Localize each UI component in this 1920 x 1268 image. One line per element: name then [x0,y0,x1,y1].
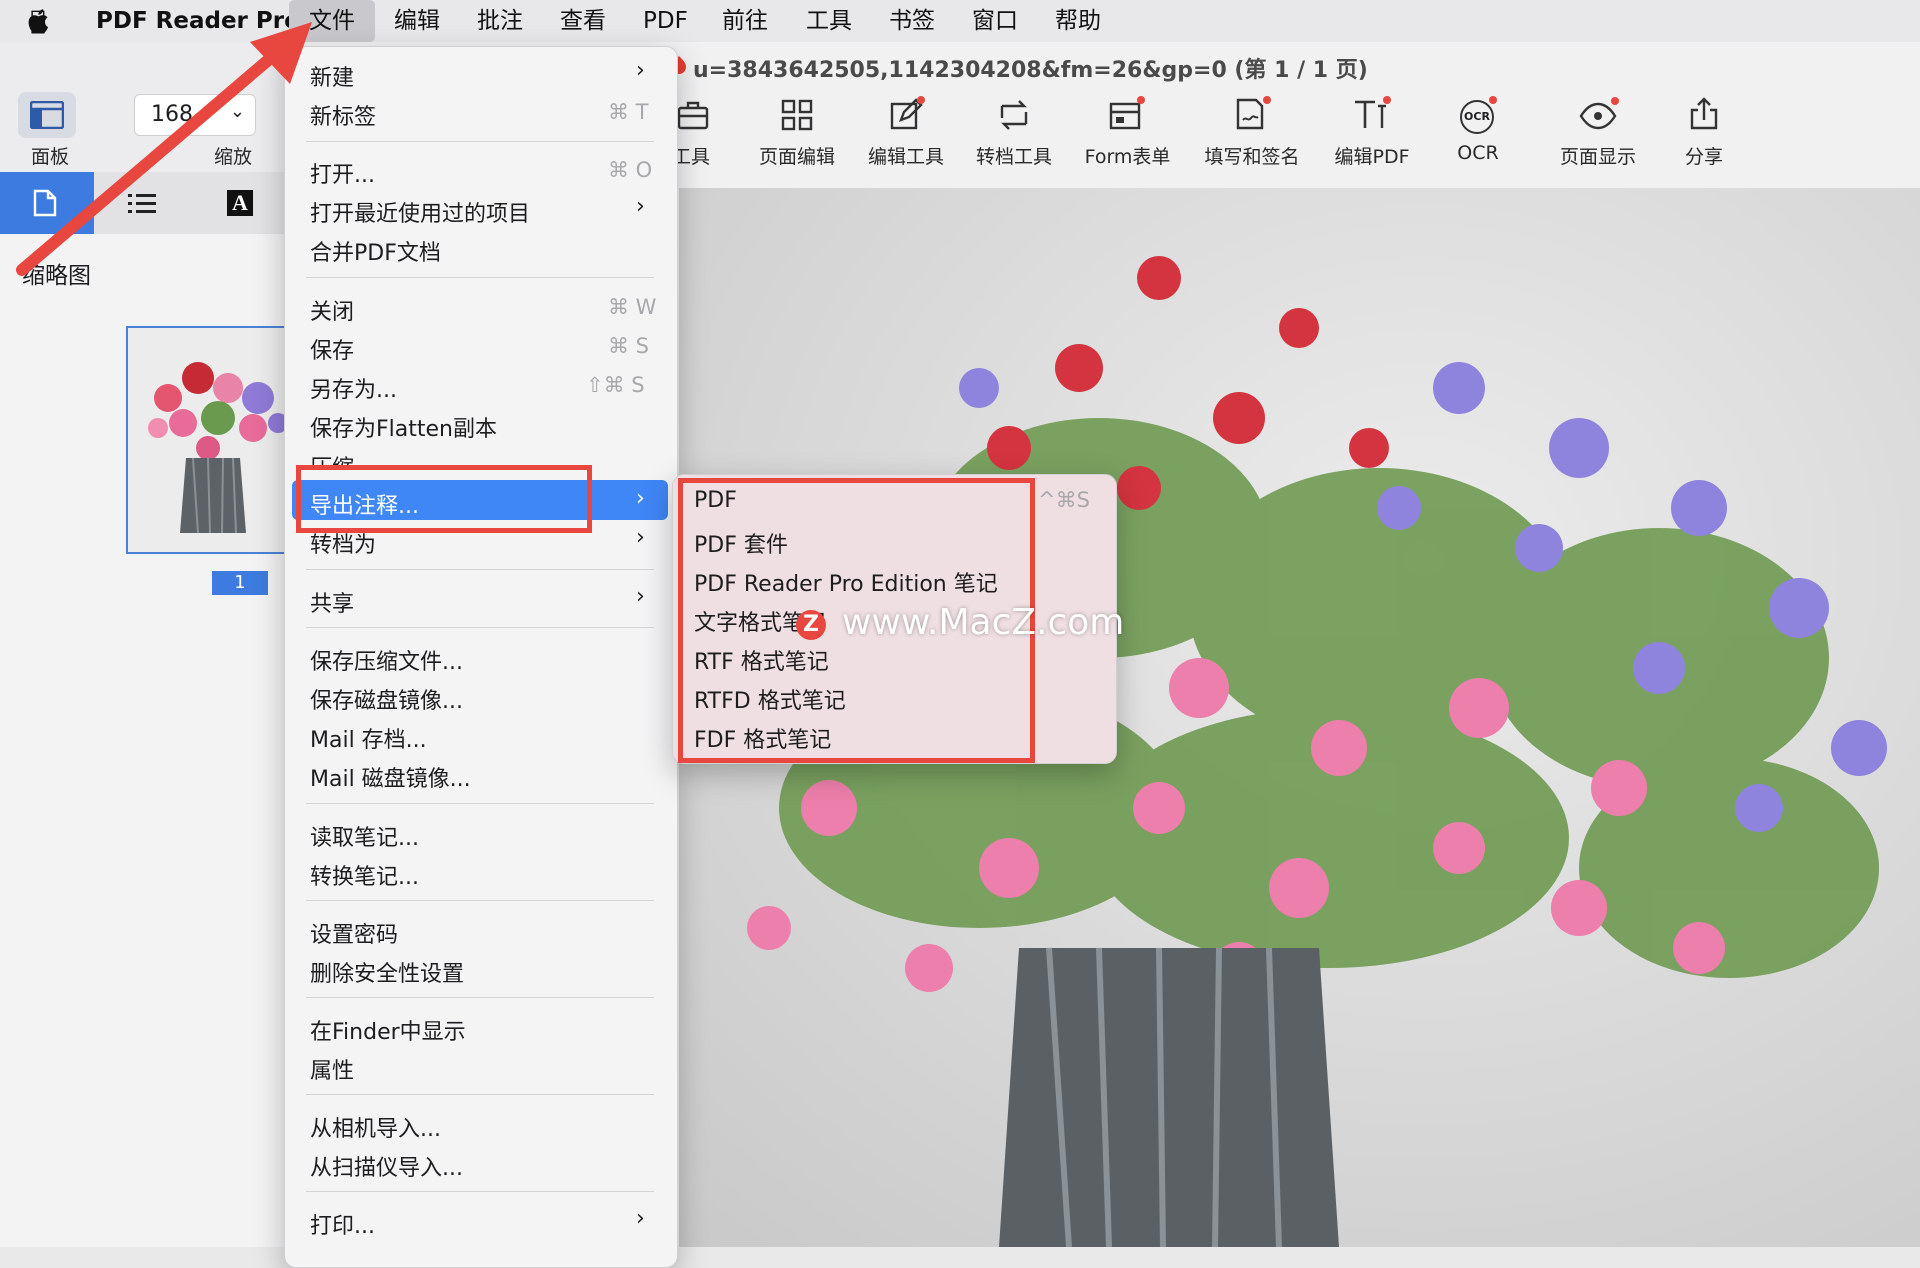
edit-pdf-label[interactable]: 编辑PDF [1322,142,1422,169]
ocr-icon: OCR [1460,100,1494,134]
shortcut-open: ⌘ O [608,158,653,182]
edit-tools-label[interactable]: 编辑工具 [860,142,952,169]
form-icon[interactable] [1108,96,1146,132]
ocr-badge-dot [1489,96,1497,104]
fill-sign-label[interactable]: 填写和签名 [1196,142,1308,169]
menu-item-print[interactable]: 打印... [310,1208,375,1240]
menu-separator [306,1094,654,1095]
watermark-text: www.MacZ.com [842,602,1125,643]
menu-item-open-recent[interactable]: 打开最近使用过的项目 [310,196,530,228]
share-label[interactable]: 分享 [1676,142,1732,169]
menu-item-close[interactable]: 关闭 [310,294,354,326]
shortcut-export-pdf: ^⌘S [1038,488,1090,512]
menu-item-save-flatten[interactable]: 保存为Flatten副本 [310,411,497,443]
menu-item-remove-security[interactable]: 删除安全性设置 [310,956,464,988]
shortcut-save-as: ⇧⌘ S [586,373,645,397]
menu-bookmarks[interactable]: 书签 [889,0,935,42]
window-title: u=3843642505,1142304208&fm=26&gp=0 (第 1 … [693,58,1368,83]
menu-go[interactable]: 前往 [722,0,768,42]
menu-item-share[interactable]: 共享 [310,586,354,618]
menu-separator [306,1191,654,1192]
shortcut-close: ⌘ W [608,295,657,319]
menu-separator [306,627,654,628]
menu-item-save-as[interactable]: 另存为... [310,372,397,404]
shortcut-new-tab: ⌘ T [608,100,649,124]
menu-pdf[interactable]: PDF [643,0,688,42]
page-edit-icon[interactable] [780,98,814,132]
menu-help[interactable]: 帮助 [1055,0,1101,42]
menu-separator [306,803,654,804]
chevron-right-icon: › [636,525,645,550]
menu-item-show-in-finder[interactable]: 在Finder中显示 [310,1014,466,1046]
menu-tools[interactable]: 工具 [806,0,852,42]
menu-item-read-notes[interactable]: 读取笔记... [310,820,419,852]
page-display-icon[interactable] [1578,96,1620,132]
page-number-badge: 1 [212,571,268,595]
shortcut-save: ⌘ S [608,334,650,358]
menu-annotate[interactable]: 批注 [477,0,523,42]
red-arrow-annotation [16,22,312,276]
chevron-right-icon: › [636,58,645,83]
share-icon[interactable] [1688,96,1720,132]
menu-item-convert-notes[interactable]: 转换笔记... [310,859,419,891]
menu-item-properties[interactable]: 属性 [310,1053,354,1085]
menu-item-save-compressed[interactable]: 保存压缩文件... [310,644,463,676]
page-display-label[interactable]: 页面显示 [1552,142,1644,169]
menu-item-import-camera[interactable]: 从相机导入... [310,1111,441,1143]
menu-separator [306,141,654,142]
edit-tools-icon[interactable] [889,96,925,132]
flower-thumbnail-image [128,328,298,552]
menu-separator [306,900,654,901]
toolbox-icon[interactable] [676,98,710,132]
form-label[interactable]: Form表单 [1080,142,1175,169]
menu-window[interactable]: 窗口 [972,0,1018,42]
fill-sign-icon[interactable] [1234,96,1272,132]
chevron-right-icon: › [636,1206,645,1231]
menu-item-save-disk-image[interactable]: 保存磁盘镜像... [310,683,463,715]
menu-separator [306,997,654,998]
menu-edit[interactable]: 编辑 [394,0,440,42]
menu-item-mail-disk-image[interactable]: Mail 磁盘镜像... [310,761,471,793]
menu-item-import-scanner[interactable]: 从扫描仪导入... [310,1150,463,1182]
menu-item-convert-to[interactable]: 转档为 [310,527,376,559]
chevron-right-icon: › [636,194,645,219]
menu-separator [306,277,654,278]
menu-view[interactable]: 查看 [560,0,606,42]
edit-pdf-icon[interactable] [1352,96,1392,132]
menu-item-mail-archive[interactable]: Mail 存档... [310,722,427,754]
export-annotations-highlight-box [296,465,592,533]
convert-icon[interactable] [996,98,1032,132]
ocr-label[interactable]: OCR [1446,142,1510,164]
page-edit-label[interactable]: 页面编辑 [752,142,842,169]
menu-item-set-password[interactable]: 设置密码 [310,917,398,949]
chevron-right-icon: › [636,584,645,609]
menu-item-save[interactable]: 保存 [310,333,354,365]
page-thumbnail[interactable] [126,326,300,554]
ocr-button-icon[interactable]: OCR [1458,96,1498,134]
convert-label[interactable]: 转档工具 [968,142,1060,169]
menu-separator [306,569,654,570]
chevron-right-icon: › [636,486,645,511]
watermark-logo-icon: Z [796,610,826,640]
